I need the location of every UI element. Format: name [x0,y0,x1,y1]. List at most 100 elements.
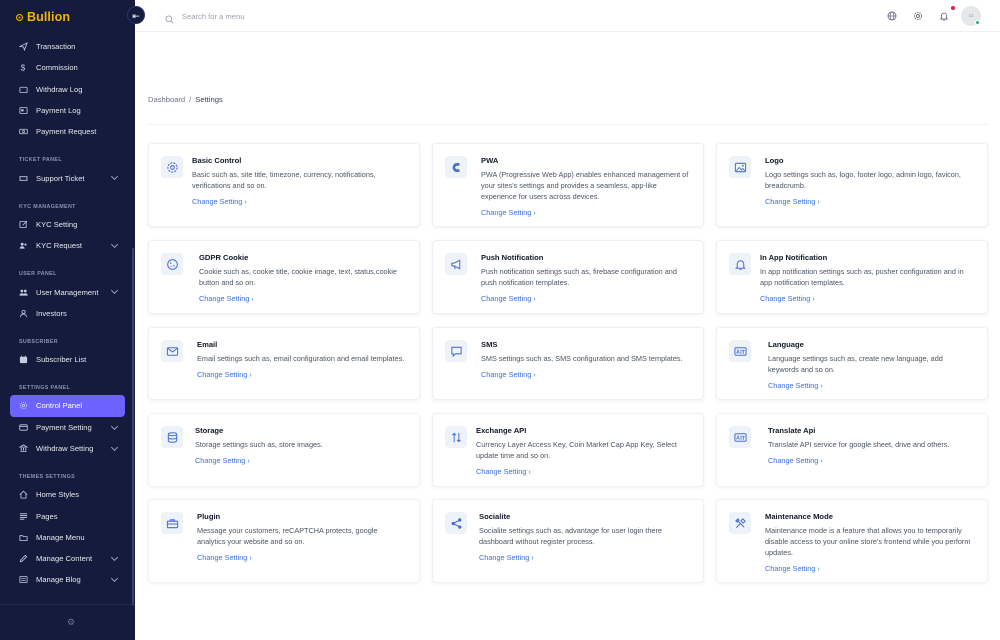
change-setting-link[interactable]: Change Setting › [765,197,820,206]
sidebar-item-payment-setting[interactable]: Payment Setting [0,417,135,438]
card-maintenance-mode: Maintenance Mode Maintenance mode is a f… [716,499,988,583]
change-setting-link[interactable]: Change Setting › [481,370,536,379]
sidebar-heading: USER PANEL [19,271,57,278]
card-push-notification: Push Notification Push notification sett… [432,240,704,314]
sidebar-item-manage-content[interactable]: Manage Content [0,548,135,569]
brand-logo[interactable]: Bullion [16,9,70,25]
card-title: Logo [765,156,784,165]
sidebar-item-label: KYC Request [36,241,83,251]
breadcrumb-dashboard-link[interactable]: Dashboard [148,95,185,104]
change-setting-link[interactable]: Change Setting › [768,456,823,465]
bell-icon[interactable] [939,11,949,21]
card-in-app-notification: In App Notification In app notification … [716,240,988,314]
change-setting-link[interactable]: Change Setting › [760,294,815,303]
sidebar-item-payment-log[interactable]: Payment Log [0,100,135,121]
sidebar-scrollbar[interactable] [132,248,134,606]
sidebar-collapse-button[interactable]: ⇤ [127,6,145,24]
sidebar-item-transaction[interactable]: Transaction [0,36,135,57]
send-icon [18,42,28,52]
card-description: Storage settings such as, store images. [195,440,323,449]
chevron-right-icon: › [249,555,252,562]
change-setting-label: Change Setting [768,381,819,390]
change-setting-link[interactable]: Change Setting › [199,294,254,303]
sidebar-item-label: Manage Blog [36,575,81,585]
search-input[interactable] [182,9,382,23]
card-description: Language settings such as, create new la… [768,354,943,374]
change-setting-link[interactable]: Change Setting › [481,208,536,217]
card-plugin: Plugin Message your customers, reCAPTCHA… [148,499,420,583]
sidebar-settings-icon[interactable]: ⚙ [67,617,75,628]
change-setting-label: Change Setting [481,370,532,379]
change-setting-label: Change Setting [765,564,816,573]
notification-dot [951,6,955,10]
change-setting-link[interactable]: Change Setting › [197,370,252,379]
change-setting-label: Change Setting [197,553,248,562]
sidebar-item-label: Payment Request [36,127,97,137]
sidebar-item-label: Payment Setting [36,422,92,432]
sidebar-item-home-styles[interactable]: Home Styles [0,484,135,505]
sidebar-item-label: Manage Menu [36,532,85,542]
sidebar-item-control-panel[interactable]: Control Panel [10,395,125,417]
change-setting-link[interactable]: Change Setting › [197,553,252,562]
sidebar-item-manage-menu[interactable]: Manage Menu [0,527,135,548]
change-setting-link[interactable]: Change Setting › [192,197,247,206]
pwa-icon [445,156,467,178]
logo-icon [16,13,23,21]
change-setting-link[interactable]: Change Setting › [765,564,820,573]
sidebar-item-payment-request[interactable]: Payment Request [0,121,135,142]
change-setting-link[interactable]: Change Setting › [479,553,534,562]
gear-icon[interactable] [913,11,923,21]
card-description: Socialite settings such as, advantage fo… [479,526,662,546]
receipt-icon [18,106,28,116]
card-logo: Logo Logo settings such as, logo, footer… [716,143,988,227]
sidebar-item-user-management[interactable]: User Management [0,281,135,302]
sidebar-item-pages[interactable]: Pages [0,505,135,526]
card-description: Maintenance mode is a feature that allow… [765,526,971,557]
sidebar-item-withdraw-log[interactable]: Withdraw Log [0,79,135,100]
sidebar-item-kyc-setting[interactable]: KYC Setting [0,214,135,235]
sidebar-item-commission[interactable]: $ Commission [0,57,135,78]
sidebar-item-subscriber-list[interactable]: Subscriber List [0,349,135,370]
breadcrumb-current: Settings [195,95,223,104]
change-setting-link[interactable]: Change Setting › [476,467,531,476]
chevron-right-icon: › [251,296,254,303]
change-setting-label: Change Setting [476,467,527,476]
mail-icon [161,340,183,362]
bell-icon [729,253,751,275]
home-icon [18,490,28,500]
sidebar-item-support-ticket[interactable]: Support Ticket [0,167,135,188]
sidebar-item-kyc-request[interactable]: KYC Request [0,235,135,256]
change-setting-link[interactable]: Change Setting › [481,294,536,303]
sidebar-item-label: Transaction [36,42,76,52]
card-language: A Language Language settings such as, cr… [716,327,988,400]
change-setting-link[interactable]: Change Setting › [768,381,823,390]
globe-icon[interactable] [887,11,897,21]
change-setting-link[interactable]: Change Setting › [195,456,250,465]
card-storage: Storage Storage settings such as, store … [148,413,420,487]
card-title: Translate Api [768,426,816,435]
sidebar-item-investors[interactable]: Investors [0,303,135,324]
chevron-right-icon: › [528,469,531,476]
change-setting-label: Change Setting [192,197,243,206]
sidebar-item-label: Commission [36,63,78,73]
language-icon: A [729,340,751,362]
card-description: Message your customers, reCAPTCHA protec… [197,526,378,546]
sidebar-item-label: Subscriber List [36,355,87,365]
sidebar-item-withdraw-setting[interactable]: Withdraw Setting [0,438,135,459]
breadcrumb-separator: / [189,95,192,104]
card-title: Push Notification [481,253,544,262]
subscriber-icon [18,355,28,365]
card-icon [18,422,28,432]
investors-icon [18,308,28,318]
card-pwa: PWA PWA (Progressive Web App) enables en… [432,143,704,227]
breadcrumb-divider [148,124,988,125]
change-setting-label: Change Setting [481,208,532,217]
card-title: GDPR Cookie [199,253,249,262]
sidebar-item-manage-blog[interactable]: Manage Blog [0,569,135,590]
users-icon [18,241,28,251]
toolbox-icon [161,512,183,534]
sidebar-item-label: Support Ticket [36,173,85,183]
change-setting-label: Change Setting [479,553,530,562]
card-email: Email Email settings such as, email conf… [148,327,420,400]
exchange-icon [445,426,467,448]
